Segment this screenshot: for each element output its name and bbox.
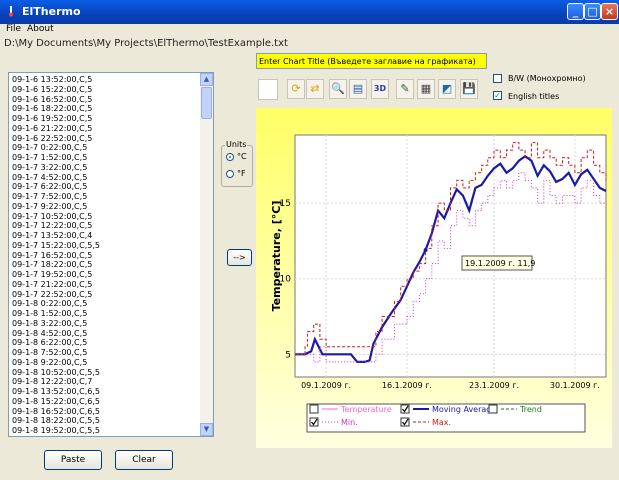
refresh-icon[interactable]: ⟳ [287,79,305,99]
list-item[interactable]: 09-1-6 13:52:00,C,5 [12,75,198,85]
y-tick-label: 5 [285,350,291,360]
chart-legend: Temperature Moving Average Trend Min. Max. [306,403,586,433]
list-item[interactable]: 09-1-7 15:22:00,C,5,5 [12,241,198,251]
x-tick-label: 30.1.2009 г. [550,381,600,390]
chart-toolbar: ⟳ ⇄ 🔍 ▤ 3D ✎ ▦ ◩ 💾 [256,79,486,102]
list-item[interactable]: 09-1-8 7:52:00,C,5 [12,348,198,358]
legend-label: Moving Average [432,405,496,414]
list-item[interactable]: 09-1-8 4:52:00,C,5 [12,329,198,339]
edit-chart-icon[interactable]: ✎ [396,79,414,99]
legend-checkbox[interactable] [488,404,498,414]
list-item[interactable]: 09-1-6 19:52:00,C,5 [12,114,198,124]
x-tick-label: 23.1.2009 г. [469,381,519,390]
scroll-down-icon[interactable]: ▼ [200,423,213,436]
list-item[interactable]: 09-1-8 15:22:00,C,6,5 [12,397,198,407]
list-item[interactable]: 09-1-8 6:22:00,C,5 [12,338,198,348]
list-item[interactable]: 09-1-7 16:52:00,C,5 [12,251,198,261]
list-item[interactable]: 09-1-7 7:52:00,C,5 [12,192,198,202]
list-item[interactable]: 09-1-6 15:22:00,C,5 [12,85,198,95]
tooltip-marker [423,247,428,252]
y-axis-label: Temperature, [°C] [270,201,283,312]
save-icon[interactable]: 💾 [460,79,478,99]
list-item[interactable]: 09-1-7 19:52:00,C,5 [12,270,198,280]
list-item[interactable]: 09-1-8 18:22:00,C,5,5 [12,416,198,426]
plot-area [294,134,607,378]
list-item[interactable]: 09-1-7 10:52:00,C,5 [12,212,198,222]
data-rows: 09-1-6 13:52:00,C,5 09-1-6 15:22:00,C,5 09… [12,75,198,436]
menu-bar: File About [0,24,619,36]
thermometer-icon [9,6,13,17]
legend-label: Temperature [340,405,392,414]
transfer-button[interactable]: --> [227,249,252,266]
data-listbox[interactable]: 09-1-6 13:52:00,C,5 09-1-6 15:22:00,C,5 09… [8,72,214,437]
list-item[interactable]: 09-1-7 18:22:00,C,5 [12,260,198,270]
list-item[interactable]: 09-1-8 13:52:00,C,6,5 [12,387,198,397]
minimize-button[interactable]: _ [567,3,584,20]
data-tooltip: 19.1.2009 г. 11,9 [461,255,535,271]
scroll-up-icon[interactable]: ▲ [200,73,213,86]
english-label: English titles [508,92,560,101]
list-item[interactable]: 09-1-7 22:52:00,C,5 [12,290,198,300]
temperature-chart: 5101509.1.2009 г. 16.1.2009 г. 23.1.2009 г… [256,108,612,448]
bw-checkbox[interactable] [493,74,502,83]
legend-label: Min. [341,418,358,427]
scroll-thumb[interactable] [201,87,212,119]
units-group: Units °C °F [221,140,253,187]
celsius-label: °C [237,152,247,161]
export-icon[interactable]: ◩ [438,79,456,99]
list-item[interactable]: 09-1-8 10:52:00,C,5,5 [12,368,198,378]
list-item[interactable]: 09-1-8 3:22:00,C,5 [12,319,198,329]
swap-icon[interactable]: ⇄ [306,79,324,99]
x-tick-label: 09.1.2009 г. [301,381,351,390]
blank-icon[interactable] [258,79,278,100]
page-icon[interactable]: ▤ [349,79,367,99]
english-checkbox[interactable]: ✓ [493,91,502,100]
menu-about[interactable]: About [27,24,54,34]
list-item[interactable]: 09-1-7 13:52:00,C,4 [12,231,198,241]
list-item[interactable]: 09-1-6 18:22:00,C,5 [12,104,198,114]
list-item[interactable]: 09-1-8 1:52:00,C,5 [12,309,198,319]
list-item[interactable]: 09-1-7 12:22:00,C,5 [12,221,198,231]
title-bar: ElThermo _ □ × [0,0,619,24]
legend-label: Trend [519,405,542,414]
list-item[interactable]: 09-1-7 6:22:00,C,5 [12,182,198,192]
legend-checkbox[interactable] [309,404,319,414]
list-item[interactable]: 09-1-6 16:52:00,C,5 [12,95,198,105]
close-button[interactable]: × [601,3,618,20]
list-item[interactable]: 09-1-7 0:22:00,C,5 [12,143,198,153]
list-item[interactable]: 09-1-7 3:22:00,C,5 [12,163,198,173]
paste-button[interactable]: Paste [44,450,102,470]
list-item[interactable]: 09-1-8 12:22:00,C,7 [12,377,198,387]
x-tick-label: 16.1.2009 г. [382,381,432,390]
legend-label: Max. [432,418,451,427]
list-item[interactable]: 09-1-8 16:52:00,C,6,5 [12,407,198,417]
list-item[interactable]: 09-1-6 22:52:00,C,5 [12,134,198,144]
fahrenheit-radio[interactable] [226,170,234,178]
zoom-icon[interactable]: 🔍 [329,79,347,99]
list-item[interactable]: 09-1-6 21:22:00,C,5 [12,124,198,134]
list-item[interactable]: 09-1-8 19:52:00,C,5,5 [12,426,198,436]
list-item[interactable]: 09-1-7 1:52:00,C,5 [12,153,198,163]
file-path: D:\My Documents\My Projects\ElThermo\Tes… [4,38,288,49]
maximize-button[interactable]: □ [584,3,601,20]
fahrenheit-label: °F [237,169,246,178]
units-label: Units [225,140,248,149]
chart-title-input[interactable] [256,53,487,69]
list-item[interactable]: 09-1-7 9:22:00,C,5 [12,202,198,212]
celsius-radio[interactable] [226,153,234,161]
tooltip-text: 19.1.2009 г. 11,9 [465,259,535,268]
list-scrollbar[interactable]: ▲ ▼ [200,73,213,436]
bw-label: B/W (Монохромно) [508,74,586,83]
list-item[interactable]: 09-1-8 9:22:00,C,5 [12,358,198,368]
menu-file[interactable]: File [6,24,21,34]
list-item[interactable]: 09-1-7 4:52:00,C,5 [12,173,198,183]
window-title: ElThermo [22,5,81,18]
list-item[interactable]: 09-1-7 21:22:00,C,5 [12,280,198,290]
clear-button[interactable]: Clear [115,450,173,470]
list-item[interactable]: 09-1-8 0:22:00,C,5 [12,299,198,309]
chart-panel: 5 10 15 09.1.2009 г. 16.1.2009 г. 23.1.2009 г… [256,108,612,448]
3d-icon[interactable]: 3D [371,79,389,99]
print-icon[interactable]: ▦ [417,79,435,99]
